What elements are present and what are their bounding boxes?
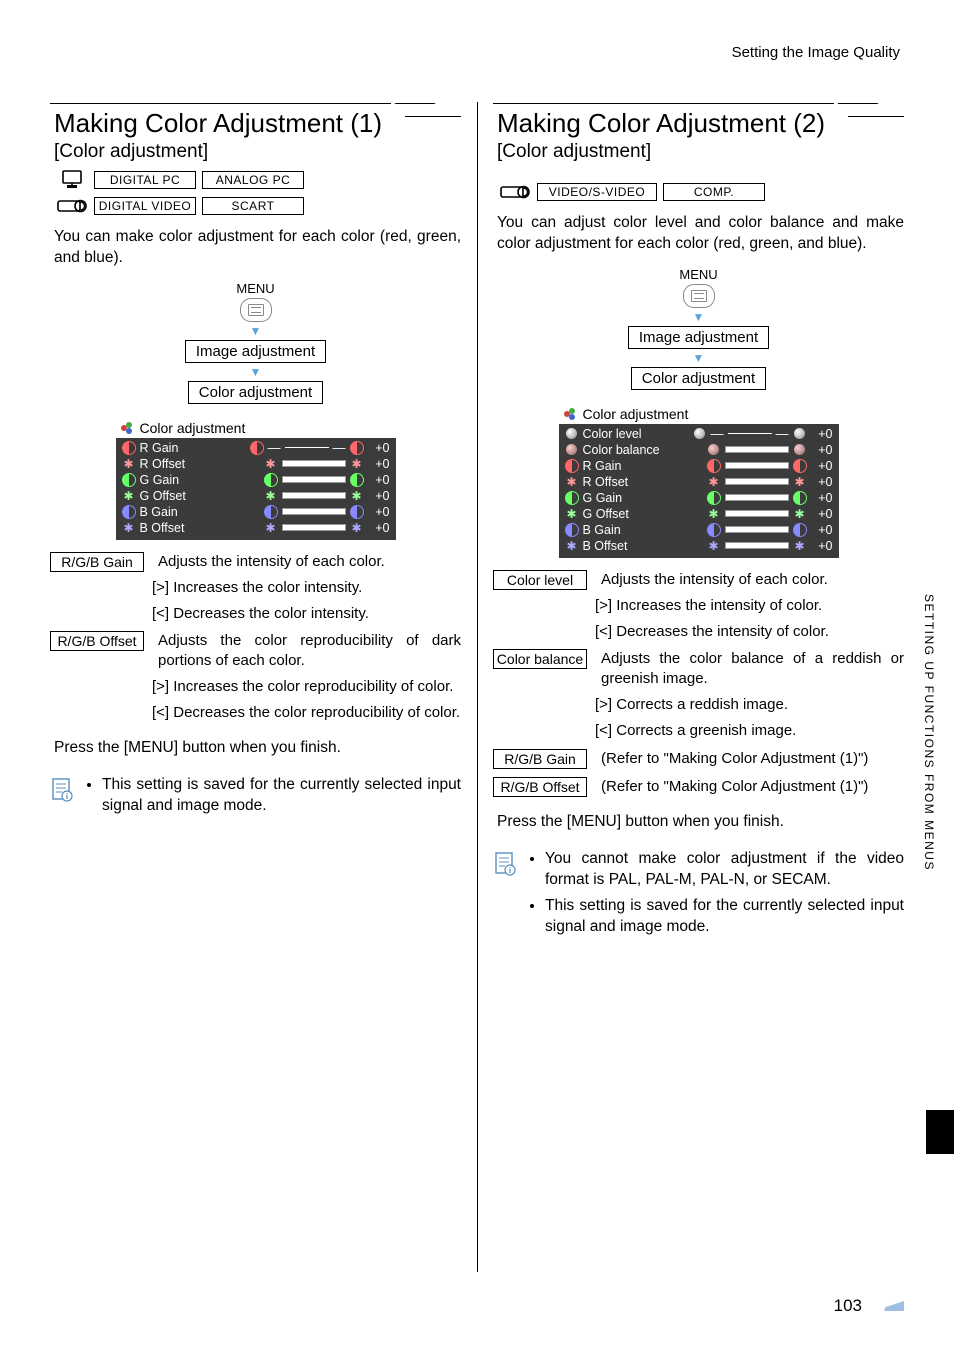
description-label: R/G/B Offset — [50, 631, 144, 651]
video-icon — [499, 181, 531, 203]
description-label: R/G/B Gain — [493, 749, 587, 769]
osd-row: ✱B Offset✱✱+0 — [565, 538, 833, 554]
note-item: This setting is saved for the currently … — [102, 775, 461, 817]
nav-color-adjustment: Color adjustment — [188, 381, 323, 404]
description-text: Adjusts the color reproducibility of dar… — [158, 631, 461, 671]
description-sub: [>] Corrects a reddish image. — [595, 695, 904, 715]
note-block: i You cannot make color adjustment if th… — [493, 849, 904, 945]
footer-instruction: Press the [MENU] button when you finish. — [493, 813, 904, 831]
menu-button-icon — [240, 298, 272, 322]
osd-row: B Gain+0 — [565, 522, 833, 538]
arrow-down-icon: ▼ — [250, 324, 262, 338]
section-title: Making Color Adjustment (1) — [50, 108, 382, 139]
intro-text: You can adjust color level and color bal… — [493, 213, 904, 255]
description-sub: [>] Increases the color reproducibility … — [152, 677, 461, 697]
description-sub: [<] Decreases the intensity of color. — [595, 622, 904, 642]
page-header: Setting the Image Quality — [50, 44, 904, 61]
description-text: Adjusts the intensity of each color. — [158, 552, 461, 572]
tag-video-svideo: VIDEO/S-VIDEO — [537, 183, 657, 201]
osd-row: R Gain——+0 — [122, 440, 390, 456]
description-text: (Refer to "Making Color Adjustment (1)") — [601, 749, 904, 769]
description-sub: [<] Corrects a greenish image. — [595, 721, 904, 741]
osd-row: G Gain+0 — [122, 472, 390, 488]
osd-row: R Gain+0 — [565, 458, 833, 474]
note-item: You cannot make color adjustment if the … — [545, 849, 904, 891]
osd-row: G Gain+0 — [565, 490, 833, 506]
description-text: (Refer to "Making Color Adjustment (1)") — [601, 777, 904, 797]
tag-comp: COMP. — [663, 183, 765, 201]
arrow-down-icon: ▼ — [693, 310, 705, 324]
section-subtitle: [Color adjustment] — [493, 141, 904, 163]
menu-button-icon — [683, 284, 715, 308]
input-source-tags: DIGITAL PC ANALOG PC DIGITAL VIDEO SCART — [50, 169, 461, 217]
description-row: R/G/B Offset (Refer to "Making Color Adju… — [493, 777, 904, 797]
nav-image-adjustment: Image adjustment — [628, 326, 769, 349]
nav-image-adjustment: Image adjustment — [185, 340, 326, 363]
palette-icon — [120, 421, 134, 435]
palette-icon — [563, 407, 577, 421]
tag-digital-pc: DIGITAL PC — [94, 171, 196, 189]
osd-screenshot-right: Color adjustment Color level——+0Color ba… — [559, 406, 839, 558]
tag-scart: SCART — [202, 197, 304, 215]
menu-label: MENU — [236, 281, 274, 296]
description-row: R/G/B Offset Adjusts the color reproducib… — [50, 631, 461, 671]
description-label: Color level — [493, 570, 587, 590]
osd-title-text: Color adjustment — [583, 406, 689, 422]
menu-nav-path: MENU ▼ Image adjustment ▼ Color adjustme… — [50, 281, 461, 404]
menu-nav-path: MENU ▼ Image adjustment ▼ Color adjustme… — [493, 267, 904, 390]
osd-row: ✱G Offset✱✱+0 — [565, 506, 833, 522]
osd-row: Color level——+0 — [565, 426, 833, 442]
description-row: R/G/B Gain Adjusts the intensity of each … — [50, 552, 461, 572]
pc-icon — [56, 169, 88, 191]
section-color-adjustment-2: Making Color Adjustment (2) [Color adjus… — [493, 89, 904, 944]
description-sub: [<] Decreases the color intensity. — [152, 604, 461, 624]
section-title: Making Color Adjustment (2) — [493, 108, 825, 139]
description-sub: [<] Decreases the color reproducibility … — [152, 703, 461, 723]
description-sub: [>] Increases the intensity of color. — [595, 596, 904, 616]
description-text: Adjusts the color balance of a reddish o… — [601, 649, 904, 689]
note-block: i This setting is saved for the currentl… — [50, 775, 461, 823]
tag-digital-video: DIGITAL VIDEO — [94, 197, 196, 215]
description-sub: [>] Increases the color intensity. — [152, 578, 461, 598]
tag-analog-pc: ANALOG PC — [202, 171, 304, 189]
osd-row: ✱B Offset✱✱+0 — [122, 520, 390, 536]
footer-instruction: Press the [MENU] button when you finish. — [50, 739, 461, 757]
menu-label: MENU — [679, 267, 717, 282]
note-icon: i — [50, 775, 76, 808]
arrow-down-icon: ▼ — [693, 351, 705, 365]
osd-title-text: Color adjustment — [140, 420, 246, 436]
description-row: Color balance Adjusts the color balance o… — [493, 649, 904, 689]
page-decor-icon — [870, 1301, 904, 1311]
section-color-adjustment-1: Making Color Adjustment (1) [Color adjus… — [50, 89, 461, 944]
osd-row: ✱R Offset✱✱+0 — [565, 474, 833, 490]
description-row: Color level Adjusts the intensity of each… — [493, 570, 904, 590]
page-number: 103 — [834, 1296, 904, 1316]
osd-row: ✱R Offset✱✱+0 — [122, 456, 390, 472]
video-icon — [56, 195, 88, 217]
description-text: Adjusts the intensity of each color. — [601, 570, 904, 590]
note-item: This setting is saved for the currently … — [545, 896, 904, 938]
arrow-down-icon: ▼ — [250, 365, 262, 379]
osd-row: ✱G Offset✱✱+0 — [122, 488, 390, 504]
note-icon: i — [493, 849, 519, 882]
osd-screenshot-left: Color adjustment R Gain——+0✱R Offset✱✱+0… — [116, 420, 396, 540]
input-source-tags: VIDEO/S-VIDEO COMP. — [493, 181, 904, 203]
description-row: R/G/B Gain (Refer to "Making Color Adjust… — [493, 749, 904, 769]
thumb-tab — [926, 1110, 954, 1154]
nav-color-adjustment: Color adjustment — [631, 367, 766, 390]
section-subtitle: [Color adjustment] — [50, 141, 461, 163]
intro-text: You can make color adjustment for each c… — [50, 227, 461, 269]
side-tab-label: SETTING UP FUNCTIONS FROM MENUS — [922, 594, 936, 871]
description-label: R/G/B Gain — [50, 552, 144, 572]
osd-row: Color balance+0 — [565, 442, 833, 458]
osd-row: B Gain+0 — [122, 504, 390, 520]
description-label: Color balance — [493, 649, 587, 669]
description-label: R/G/B Offset — [493, 777, 587, 797]
